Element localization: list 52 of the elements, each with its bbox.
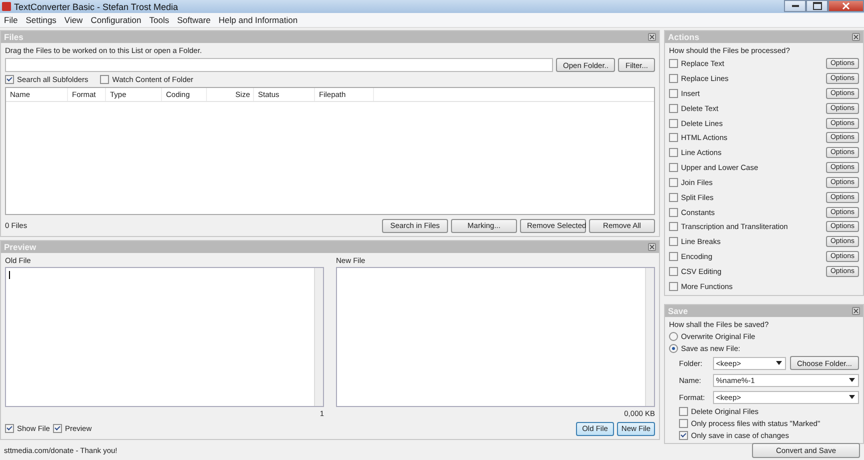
checkbox[interactable] bbox=[100, 75, 110, 84]
close-icon[interactable] bbox=[852, 307, 860, 315]
panel-title: Save bbox=[668, 306, 688, 316]
checkbox[interactable] bbox=[669, 89, 678, 98]
checkbox[interactable] bbox=[669, 178, 678, 187]
window-title: TextConverter Basic - Stefan Trost Media bbox=[14, 2, 180, 12]
close-icon bbox=[842, 2, 850, 10]
menu-item[interactable]: File bbox=[0, 15, 22, 25]
checkbox[interactable] bbox=[679, 419, 688, 428]
checkbox[interactable] bbox=[679, 431, 688, 440]
close-button[interactable] bbox=[828, 0, 864, 12]
menu-item[interactable]: Settings bbox=[22, 15, 60, 25]
checkbox[interactable] bbox=[669, 148, 678, 158]
old-file-text-area[interactable] bbox=[5, 267, 324, 407]
checkbox[interactable] bbox=[669, 222, 678, 232]
minimize-button[interactable] bbox=[784, 0, 806, 12]
dropdown-arrow-icon bbox=[849, 395, 855, 399]
checkbox[interactable] bbox=[669, 133, 678, 142]
checkbox[interactable] bbox=[669, 282, 678, 291]
checkbox[interactable] bbox=[5, 75, 14, 84]
menu-item[interactable]: View bbox=[60, 15, 87, 25]
panel-title: Actions bbox=[668, 32, 700, 42]
checkbox[interactable] bbox=[669, 118, 678, 128]
checkbox[interactable] bbox=[669, 74, 678, 84]
menu-item[interactable]: Tools bbox=[145, 15, 174, 25]
checkbox[interactable] bbox=[669, 104, 678, 113]
panel-title: Preview bbox=[4, 242, 36, 252]
checkbox[interactable] bbox=[669, 266, 678, 276]
app-icon bbox=[2, 2, 11, 11]
menu-item[interactable]: Help and Information bbox=[214, 15, 302, 25]
checkbox[interactable] bbox=[669, 192, 678, 202]
close-icon[interactable] bbox=[852, 33, 860, 41]
close-icon[interactable] bbox=[648, 243, 656, 251]
new-file-text-area[interactable] bbox=[336, 267, 655, 407]
menu-item[interactable]: Configuration bbox=[86, 15, 146, 25]
dropdown-arrow-icon bbox=[849, 378, 855, 382]
menu-item[interactable]: Software bbox=[173, 15, 215, 25]
folder-path-field[interactable] bbox=[5, 58, 554, 72]
checkbox[interactable] bbox=[669, 59, 678, 68]
checkbox[interactable] bbox=[669, 208, 678, 217]
maximize-button[interactable] bbox=[806, 0, 828, 12]
dropdown-arrow-icon bbox=[776, 361, 782, 365]
checkbox[interactable] bbox=[679, 407, 688, 416]
radio-button[interactable] bbox=[669, 332, 678, 341]
checkbox[interactable] bbox=[5, 424, 14, 433]
checkbox[interactable] bbox=[52, 424, 62, 433]
panel-title: Files bbox=[4, 32, 24, 42]
checkbox[interactable] bbox=[669, 163, 678, 172]
close-icon[interactable] bbox=[648, 33, 656, 41]
checkbox[interactable] bbox=[669, 252, 678, 261]
radio-button[interactable] bbox=[669, 344, 678, 353]
checkbox[interactable] bbox=[669, 237, 678, 246]
